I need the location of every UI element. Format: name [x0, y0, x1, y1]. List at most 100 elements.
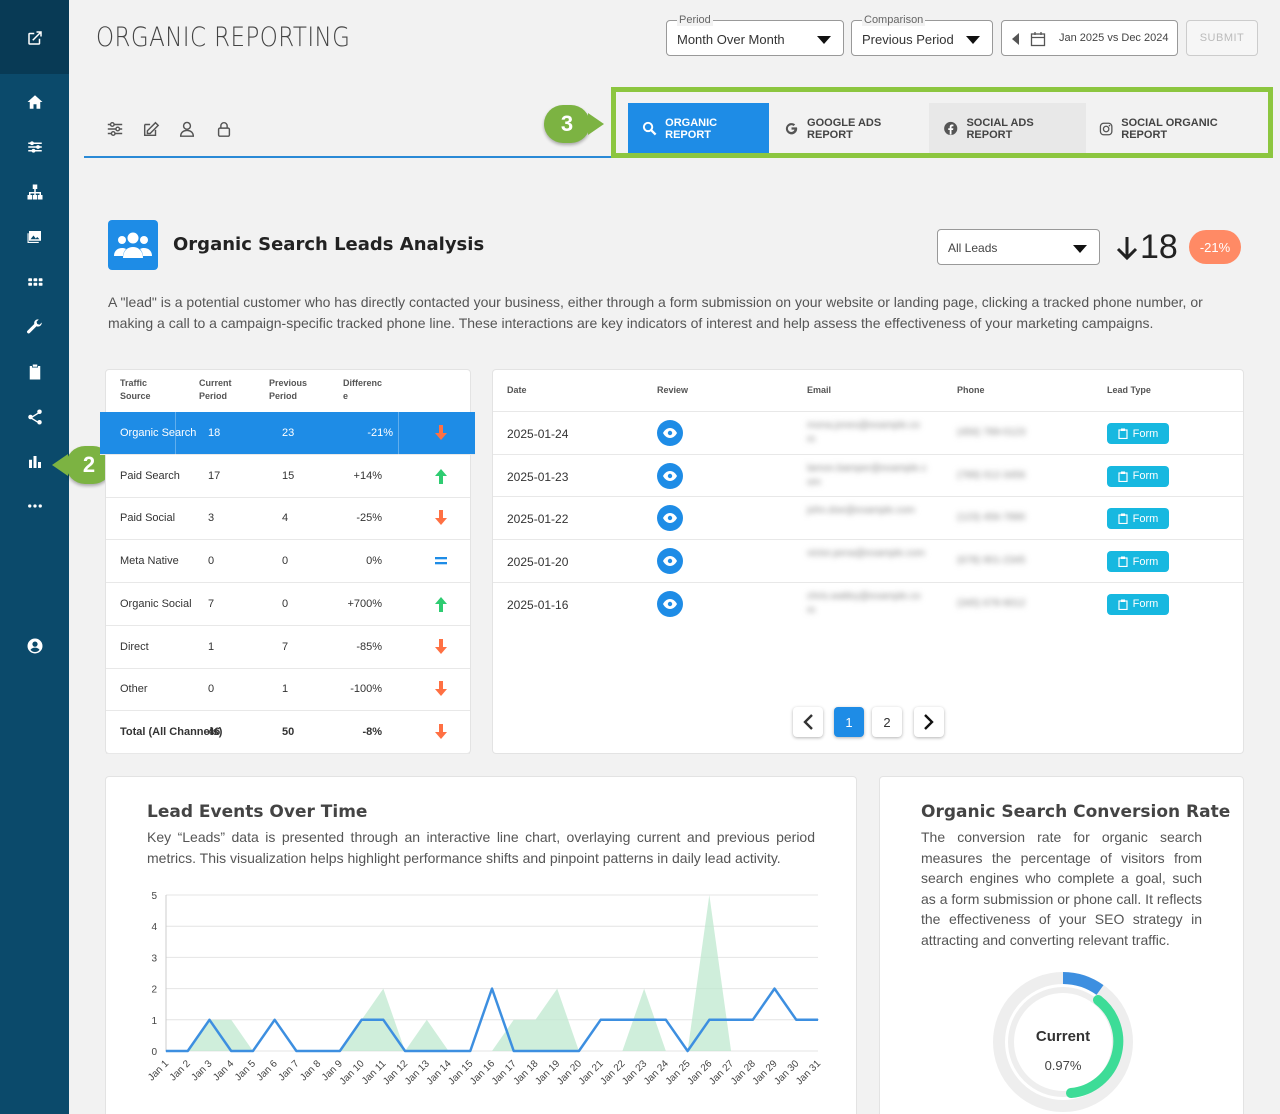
- lead-type-badge[interactable]: Form: [1107, 465, 1169, 487]
- lead-type-badge[interactable]: Form: [1107, 508, 1169, 530]
- data-point: [230, 1050, 232, 1052]
- date-range-picker[interactable]: Jan 2025 vs Dec 2024: [1001, 20, 1178, 56]
- x-tick-label: Jan 6: [255, 1058, 280, 1083]
- bar-chart-icon[interactable]: [22, 449, 48, 475]
- current-period-value: 0: [208, 683, 215, 696]
- data-point: [795, 1019, 797, 1021]
- lead-type-label: Form: [1132, 598, 1159, 611]
- lead-events-title: Lead Events Over Time: [147, 802, 368, 822]
- data-point: [469, 1050, 471, 1052]
- previous-period-value: 0: [282, 597, 289, 610]
- x-tick-label: Jan 7: [276, 1058, 301, 1083]
- data-point: [491, 988, 493, 990]
- data-point: [187, 1050, 189, 1052]
- lead-row[interactable]: 2025-01-23 lamon.bamper@example.com (789) …: [493, 453, 1243, 497]
- traffic-source-name: Meta Native: [120, 555, 179, 568]
- traffic-source-name: Organic Social: [120, 597, 192, 610]
- traffic-source-row[interactable]: Paid Search 17 15 +14%: [106, 455, 470, 498]
- grid-icon[interactable]: [22, 269, 48, 295]
- traffic-source-row[interactable]: Total (All Channels) 46 50 -8%: [106, 711, 470, 754]
- traffic-source-row[interactable]: Organic Social 7 0 +700%: [106, 583, 470, 626]
- more-icon[interactable]: [22, 493, 48, 519]
- x-tick-label: Jan 8: [298, 1058, 323, 1083]
- lead-row[interactable]: 2025-01-20 victor.pena@example.com (678) 9…: [493, 539, 1243, 582]
- eye-icon[interactable]: [657, 505, 683, 532]
- lock-icon[interactable]: [215, 120, 235, 140]
- lead-date: 2025-01-22: [507, 512, 569, 527]
- lead-events-description: Key “Leads” data is presented through an…: [147, 829, 815, 866]
- lead-date: 2025-01-24: [507, 427, 569, 441]
- traffic-source-row[interactable]: Meta Native 0 0 0%: [106, 540, 470, 584]
- traffic-source-row[interactable]: Paid Social 3 4 -25%: [106, 497, 470, 541]
- leads-filter-value: All Leads: [948, 241, 998, 255]
- pagination-page-1[interactable]: 1: [834, 707, 864, 737]
- pagination-next[interactable]: [914, 707, 944, 737]
- leads-filter-select[interactable]: All Leads: [937, 229, 1100, 265]
- x-tick-label: Jan 1: [146, 1058, 171, 1083]
- previous-period-value: 0: [282, 555, 289, 568]
- pagination-page-2[interactable]: 2: [872, 707, 902, 737]
- clipboard-icon: [1118, 471, 1128, 482]
- filter-sliders-icon[interactable]: [106, 120, 126, 140]
- lead-type-badge[interactable]: Form: [1107, 593, 1169, 615]
- traffic-source-name: Paid Social: [120, 512, 176, 525]
- user-icon[interactable]: [178, 120, 198, 140]
- eye-icon[interactable]: [657, 590, 683, 617]
- callout-badge-3: 3: [544, 105, 604, 143]
- edit-icon[interactable]: [142, 120, 162, 140]
- data-point: [513, 1050, 515, 1052]
- images-icon[interactable]: [22, 224, 48, 250]
- period-select[interactable]: Period Month Over Month: [666, 14, 844, 56]
- users-icon: [108, 220, 158, 270]
- arrow-down-icon: [435, 425, 447, 440]
- submit-button[interactable]: SUBMIT: [1186, 20, 1258, 56]
- equals-icon: [435, 557, 447, 565]
- current-period-value: 7: [208, 597, 215, 610]
- comparison-select[interactable]: Comparison Previous Period: [851, 14, 993, 56]
- wrench-icon[interactable]: [22, 314, 48, 340]
- traffic-source-row[interactable]: Other 0 1 -100%: [106, 668, 470, 712]
- external-link-icon[interactable]: [22, 25, 48, 51]
- traffic-source-row[interactable]: Organic Search 18 23 -21%: [100, 412, 475, 455]
- arrow-down-icon: [435, 638, 447, 654]
- eye-icon[interactable]: [657, 420, 683, 446]
- data-point: [404, 1050, 406, 1052]
- eye-icon[interactable]: [657, 462, 683, 489]
- gauge-value: 0.97%: [1044, 1058, 1082, 1073]
- home-icon[interactable]: [22, 89, 48, 115]
- sitemap-icon[interactable]: [22, 179, 48, 205]
- arrow-down-icon: [435, 681, 447, 697]
- clipboard-icon[interactable]: [22, 359, 48, 385]
- lead-events-chart[interactable]: 012345Jan 1Jan 2Jan 3Jan 4Jan 5Jan 6Jan …: [138, 885, 828, 1114]
- data-point: [274, 1019, 276, 1021]
- y-tick-label: 0: [151, 1047, 157, 1058]
- y-tick-label: 2: [151, 985, 157, 996]
- sliders-icon[interactable]: [22, 134, 48, 160]
- share-icon[interactable]: [22, 404, 48, 430]
- tab-highlight-box: [611, 87, 1273, 158]
- lead-row[interactable]: 2025-01-22 john.doe@example.com (123) 456-…: [493, 496, 1243, 539]
- difference-value: +14%: [353, 469, 382, 482]
- y-tick-label: 4: [151, 922, 157, 933]
- th-difference: Difference: [343, 378, 383, 401]
- previous-period-value: 15: [282, 469, 295, 482]
- app-title: ORGANIC REPORTING: [96, 22, 351, 53]
- eye-icon[interactable]: [657, 548, 683, 575]
- difference-value: +700%: [347, 597, 382, 610]
- date-range-value: Jan 2025 vs Dec 2024: [1059, 32, 1169, 44]
- traffic-source-row[interactable]: Direct 1 7 -85%: [106, 626, 470, 669]
- lead-email: chris.watley@example.com: [807, 590, 921, 616]
- lead-phone: (456) 789-0123: [957, 427, 1026, 438]
- user-circle-icon[interactable]: [22, 633, 48, 659]
- lead-type-badge[interactable]: Form: [1107, 551, 1169, 573]
- lead-email: john.doe@example.com: [807, 505, 915, 517]
- difference-value: 0%: [366, 555, 382, 568]
- lead-type-badge[interactable]: Form: [1107, 423, 1169, 444]
- data-point: [643, 1019, 645, 1021]
- difference-value: -8%: [362, 725, 382, 738]
- lead-row[interactable]: 2025-01-24 mona.jones@example.com (456) 78…: [493, 411, 1243, 454]
- pagination-prev[interactable]: [793, 707, 823, 737]
- data-point: [708, 1019, 710, 1021]
- lead-row[interactable]: 2025-01-16 chris.watley@example.com (345) …: [493, 581, 1243, 625]
- previous-period-value: 1: [282, 683, 289, 696]
